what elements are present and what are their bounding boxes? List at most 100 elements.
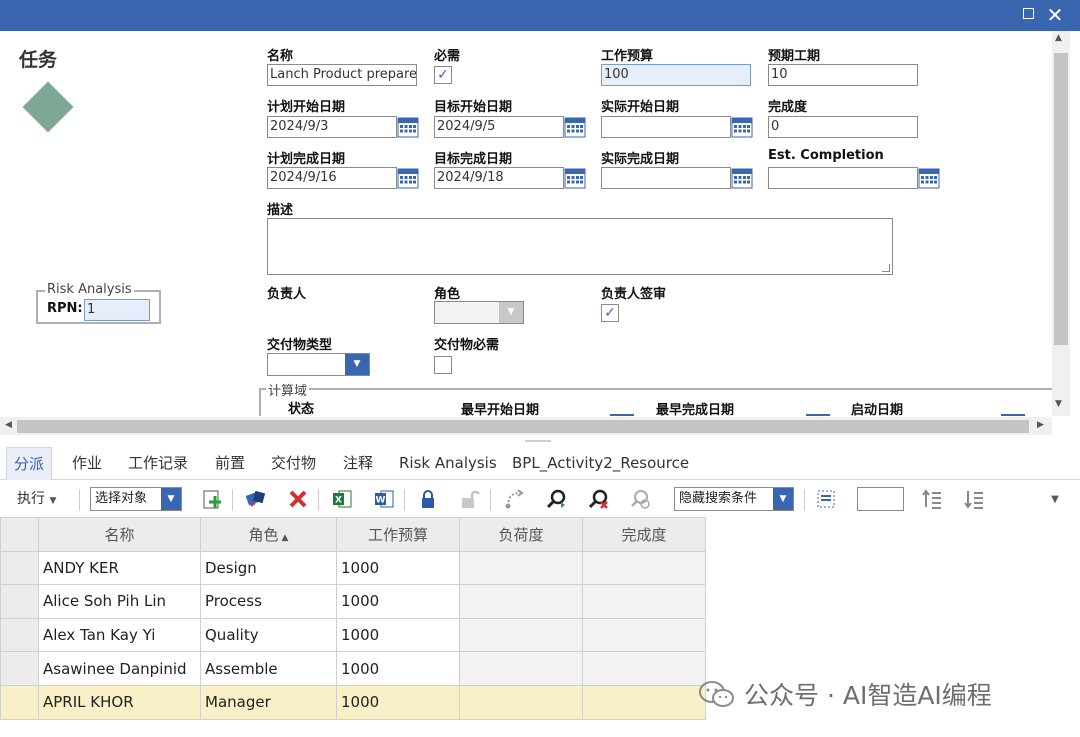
lock-icon[interactable]: [416, 487, 440, 511]
actual-finish-input[interactable]: [601, 167, 731, 189]
expected-duration-input[interactable]: 10: [768, 64, 918, 86]
tab-activities[interactable]: 作业: [65, 447, 109, 480]
plan-start-input[interactable]: 2024/9/3: [267, 116, 397, 138]
cell-name[interactable]: APRIL KHOR: [38, 684, 201, 720]
row-selector[interactable]: [0, 651, 39, 686]
select-object-dropdown[interactable]: 选择对象 ▼: [90, 487, 182, 511]
cell-name[interactable]: ANDY KER: [38, 550, 201, 586]
work-budget-input[interactable]: 100: [601, 64, 751, 86]
cell-completion[interactable]: [582, 550, 706, 586]
cell-load[interactable]: [459, 651, 583, 686]
splitter-handle[interactable]: [525, 440, 551, 442]
search-icon[interactable]: [544, 487, 568, 511]
word-icon[interactable]: W: [372, 487, 396, 511]
cell-completion[interactable]: [582, 584, 706, 619]
cell-role[interactable]: Design: [200, 550, 337, 586]
cell-role[interactable]: Manager: [200, 684, 337, 720]
cell-budget[interactable]: 1000: [336, 584, 460, 619]
calendar-icon[interactable]: [397, 116, 419, 138]
column-header-work-budget[interactable]: 工作预算: [336, 517, 460, 552]
cell-budget[interactable]: 1000: [336, 617, 460, 653]
tab-bpl-resource[interactable]: BPL_Activity2_Resource: [505, 447, 696, 480]
tab-work-log[interactable]: 工作记录: [121, 447, 195, 480]
column-header-completion[interactable]: 完成度: [582, 517, 706, 552]
horizontal-scrollbar[interactable]: ◀ ▶: [0, 417, 1052, 435]
completion-input[interactable]: 0: [768, 116, 918, 138]
calendar-icon[interactable]: [564, 167, 586, 189]
cell-role[interactable]: Assemble: [200, 651, 337, 686]
name-input[interactable]: Lanch Product prepare t: [267, 64, 417, 86]
deliverable-type-dropdown[interactable]: ▼: [267, 353, 370, 376]
scroll-up-icon[interactable]: ▲: [1055, 33, 1062, 43]
table-row[interactable]: Alex Tan Kay Yi Quality 1000: [0, 617, 706, 653]
table-row[interactable]: Asawinee Danpinid Assemble 1000: [0, 651, 706, 686]
hide-search-dropdown[interactable]: 隐藏搜索条件 ▼: [674, 487, 794, 511]
cell-budget[interactable]: 1000: [336, 651, 460, 686]
select-all-icon[interactable]: [814, 487, 838, 511]
relationship-icon[interactable]: [502, 487, 526, 511]
cell-name[interactable]: Alice Soh Pih Lin: [38, 584, 201, 619]
pick-replace-icon[interactable]: [244, 487, 268, 511]
tab-assignment[interactable]: 分派: [6, 447, 53, 480]
actual-start-input[interactable]: [601, 116, 731, 138]
deliverable-required-checkbox[interactable]: [434, 356, 452, 374]
cell-budget[interactable]: 1000: [336, 684, 460, 720]
scroll-thumb[interactable]: [17, 420, 1029, 433]
tab-predecessors[interactable]: 前置: [208, 447, 252, 480]
cell-completion[interactable]: [582, 684, 706, 720]
role-dropdown[interactable]: ▼: [434, 301, 524, 324]
execute-menu[interactable]: 执行 ▼: [17, 486, 56, 512]
close-button[interactable]: ✕: [1043, 4, 1067, 26]
cell-name[interactable]: Alex Tan Kay Yi: [38, 617, 201, 653]
table-row-selected[interactable]: APRIL KHOR Manager 1000: [0, 684, 706, 720]
scroll-right-icon[interactable]: ▶: [1037, 420, 1044, 430]
sort-descending-icon[interactable]: [962, 487, 986, 511]
saved-search-icon[interactable]: [628, 487, 652, 511]
rpn-input[interactable]: 1: [84, 299, 150, 321]
tab-risk-analysis[interactable]: Risk Analysis: [392, 447, 504, 480]
column-header-load[interactable]: 负荷度: [459, 517, 583, 552]
cell-completion[interactable]: [582, 651, 706, 686]
calendar-icon[interactable]: [806, 414, 830, 416]
chevron-down-icon[interactable]: ▼: [1043, 487, 1067, 511]
cell-load[interactable]: [459, 550, 583, 586]
calendar-icon[interactable]: [731, 116, 753, 138]
owner-signoff-checkbox[interactable]: ✓: [601, 304, 619, 322]
excel-icon[interactable]: X: [330, 487, 354, 511]
sort-ascending-icon[interactable]: [920, 487, 944, 511]
cell-load[interactable]: [459, 584, 583, 619]
scroll-down-icon[interactable]: ▼: [1055, 399, 1062, 409]
tab-comments[interactable]: 注释: [336, 447, 380, 480]
cell-role[interactable]: Quality: [200, 617, 337, 653]
calendar-icon[interactable]: [397, 167, 419, 189]
tab-deliverables[interactable]: 交付物: [264, 447, 323, 480]
scroll-thumb[interactable]: [1054, 53, 1068, 345]
calendar-icon[interactable]: [731, 167, 753, 189]
table-row[interactable]: Alice Soh Pih Lin Process 1000: [0, 584, 706, 619]
cell-load[interactable]: [459, 684, 583, 720]
delete-icon[interactable]: [286, 487, 310, 511]
cell-budget[interactable]: 1000: [336, 550, 460, 586]
cell-role[interactable]: Process: [200, 584, 337, 619]
row-selector[interactable]: [0, 684, 39, 720]
vertical-scrollbar[interactable]: ▲ ▼: [1052, 31, 1070, 416]
cell-name[interactable]: Asawinee Danpinid: [38, 651, 201, 686]
row-selector[interactable]: [0, 550, 39, 586]
cell-load[interactable]: [459, 617, 583, 653]
plan-finish-input[interactable]: 2024/9/16: [267, 167, 397, 189]
calendar-icon[interactable]: [918, 167, 940, 189]
resize-grip-icon[interactable]: [882, 264, 890, 272]
calendar-icon[interactable]: [610, 414, 634, 416]
column-header-role[interactable]: 角色 ▲: [200, 517, 337, 552]
page-number-input[interactable]: [857, 487, 904, 511]
calendar-icon[interactable]: [1001, 414, 1025, 416]
table-row[interactable]: ANDY KER Design 1000: [0, 550, 706, 586]
unlock-icon[interactable]: [458, 487, 482, 511]
est-completion-input[interactable]: [768, 167, 918, 189]
add-icon[interactable]: [200, 487, 224, 511]
cell-completion[interactable]: [582, 617, 706, 653]
target-start-input[interactable]: 2024/9/5: [434, 116, 564, 138]
scroll-left-icon[interactable]: ◀: [5, 420, 12, 430]
clear-search-icon[interactable]: [586, 487, 610, 511]
calendar-icon[interactable]: [564, 116, 586, 138]
